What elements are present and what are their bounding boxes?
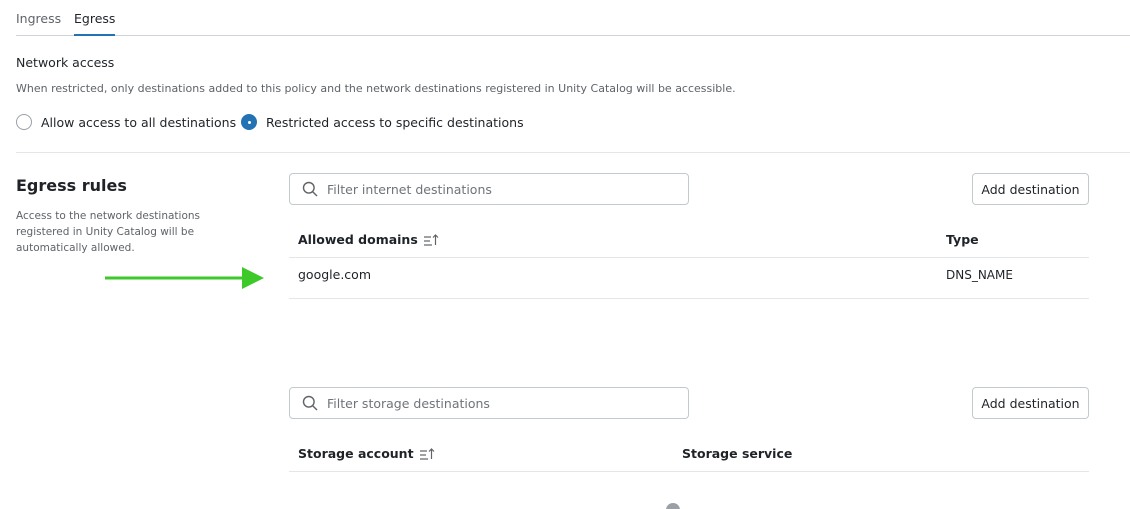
radio-allow-all-circle[interactable] [16, 114, 32, 130]
storage-search[interactable] [289, 387, 689, 419]
tab-ingress[interactable]: Ingress [16, 11, 61, 26]
egress-rules-title: Egress rules [16, 176, 127, 195]
arrow-right-icon [105, 267, 264, 289]
storage-search-input[interactable] [327, 395, 667, 411]
row-divider [289, 298, 1089, 299]
section-divider [16, 152, 1130, 153]
header-divider [289, 471, 1089, 472]
radio-restricted-label: Restricted access to specific destinatio… [266, 114, 524, 130]
column-header-storage-service: Storage service [682, 446, 793, 461]
internet-search[interactable] [289, 173, 689, 205]
add-internet-destination-button[interactable]: Add destination [972, 173, 1089, 205]
column-header-storage-account-label: Storage account [298, 446, 414, 461]
network-access-title: Network access [16, 55, 115, 70]
column-header-allowed-domains-label: Allowed domains [298, 232, 418, 247]
sort-icon[interactable] [419, 447, 435, 461]
radio-restricted-circle[interactable] [241, 114, 257, 130]
add-storage-destination-button[interactable]: Add destination [972, 387, 1089, 419]
table-row-domain: google.com [298, 267, 371, 282]
sort-icon[interactable] [423, 233, 439, 247]
column-header-allowed-domains[interactable]: Allowed domains [298, 232, 439, 247]
egress-rules-description: Access to the network destinations regis… [16, 210, 201, 254]
loading-spinner-icon [666, 503, 680, 509]
radio-restricted[interactable]: Restricted access to specific destinatio… [241, 114, 524, 130]
column-header-type: Type [946, 232, 979, 247]
search-icon [302, 181, 318, 197]
radio-allow-all-label: Allow access to all destinations [41, 114, 237, 130]
tab-bar: Ingress Egress [16, 0, 1130, 36]
search-icon [302, 395, 318, 411]
radio-allow-all[interactable]: Allow access to all destinations [16, 114, 236, 130]
tab-egress[interactable]: Egress [74, 11, 116, 36]
header-divider [289, 257, 1089, 258]
internet-search-input[interactable] [327, 181, 667, 197]
column-header-storage-account[interactable]: Storage account [298, 446, 435, 461]
network-access-description: When restricted, only destinations added… [16, 82, 736, 95]
table-row-type: DNS_NAME [946, 268, 1013, 282]
